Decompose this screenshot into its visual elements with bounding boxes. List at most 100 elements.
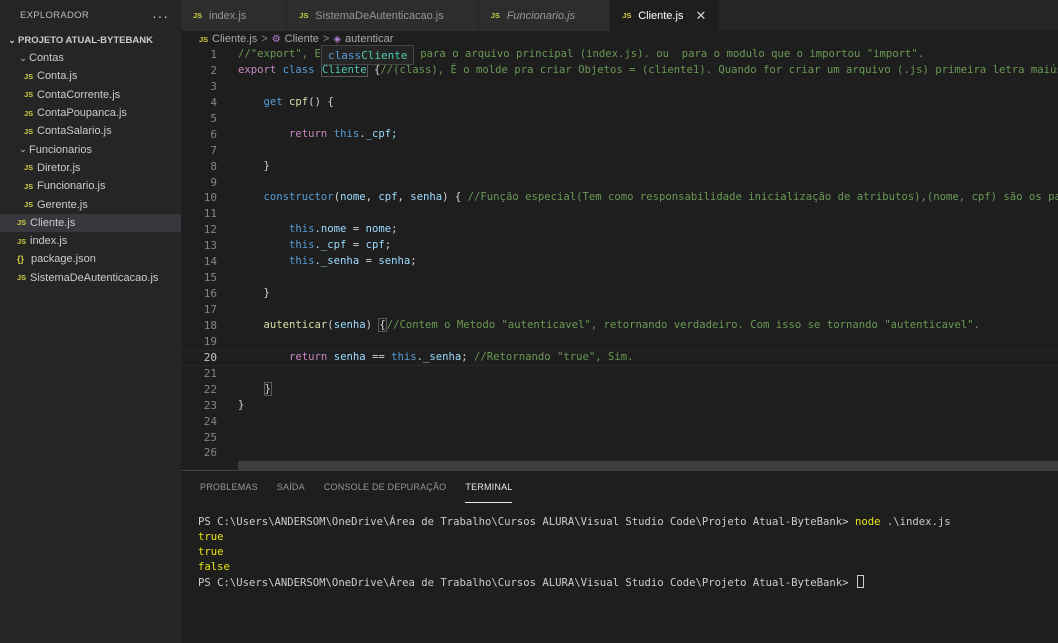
code-line-current: return senha == this._senha; //Retornand… [181, 349, 1058, 366]
terminal[interactable]: PS C:\Users\ANDERSOM\OneDrive\Área de Tr… [181, 503, 1058, 590]
method-symbol-icon: ◈ [333, 33, 342, 45]
file-sistemadeautenticacao[interactable]: JS SistemaDeAutenticacao.js [0, 269, 181, 287]
keyword: return [289, 127, 328, 140]
horizontal-scrollbar[interactable] [238, 461, 1058, 470]
file-gerente[interactable]: JS Gerente.js [0, 195, 181, 213]
line-number: 11 [203, 207, 217, 221]
file-conta[interactable]: JS Conta.js [0, 67, 181, 85]
keyword: this [333, 127, 360, 140]
parameter: cpf [378, 191, 398, 204]
breadcrumb-method[interactable]: autenticar [345, 33, 393, 45]
code-line: get cpf() { [238, 95, 1058, 111]
tab-index[interactable]: JS index.js [181, 0, 288, 31]
js-file-icon: JS [24, 90, 34, 100]
explorer-header: EXPLORADOR ··· [0, 0, 181, 31]
tab-output[interactable]: SAÍDA [277, 471, 305, 503]
chevron-down-icon: ⌄ [19, 144, 27, 155]
keyword: export [238, 63, 277, 76]
line-number: 22 [203, 382, 217, 396]
tab-sistemadeautenticacao[interactable]: JS SistemaDeAutenticacao.js [287, 0, 479, 31]
keyword: this [391, 350, 417, 363]
code-line: } [238, 159, 1058, 175]
keyword: class [282, 63, 315, 76]
breadcrumb-separator: > [261, 33, 268, 45]
breadcrumb-class[interactable]: Cliente [285, 33, 319, 45]
tree-item-label: Funcionario.js [37, 180, 106, 193]
file-index[interactable]: JS index.js [0, 232, 181, 250]
js-file-icon: JS [299, 11, 309, 20]
property: ._cpf; [359, 127, 398, 140]
file-contacorrente[interactable]: JS ContaCorrente.js [0, 86, 181, 104]
tab-funcionario[interactable]: JS Funcionario.js [478, 0, 611, 31]
line-number: 2 [210, 63, 217, 77]
breadcrumb-separator: > [322, 33, 330, 45]
line-number: 14 [203, 255, 217, 269]
tree-item-label: ContaCorrente.js [37, 88, 121, 101]
comment: //Retornando "true", Sim. [474, 350, 634, 363]
keyword: constructor [263, 191, 334, 204]
tree-item-label: ContaPoupanca.js [37, 107, 127, 120]
file-package-json[interactable]: {} package.json [0, 250, 181, 268]
comment: //Contem o Metodo "autenticavel", retorn… [386, 318, 980, 331]
terminal-prompt: PS C:\Users\ANDERSOM\OneDrive\Área de Tr… [198, 577, 855, 589]
tab-debug-console[interactable]: CONSOLE DE DEPURAÇÃO [324, 471, 447, 503]
js-file-icon: JS [24, 200, 34, 210]
chevron-down-icon: ⌄ [19, 52, 27, 63]
code-editor[interactable]: 1 2 3 4 5 6 7 8 9 10 11 12 13 14 15 16 1… [181, 47, 1058, 461]
file-funcionario[interactable]: JS Funcionario.js [0, 177, 181, 195]
comment: para o arquivo principal (index.js). ou … [413, 48, 925, 60]
line-number: 13 [203, 239, 217, 253]
code-line: autenticar(senha) {//Contem o Metodo "au… [263, 317, 980, 332]
file-contapoupanca[interactable]: JS ContaPoupanca.js [0, 104, 181, 122]
js-file-icon: JS [24, 181, 34, 191]
function-name: cpf [289, 95, 309, 108]
code-line: export class Cliente {//(class), É o mol… [238, 62, 1058, 79]
tab-label: Cliente.js [638, 9, 684, 22]
panel-tabs: PROBLEMAS SAÍDA CONSOLE DE DEPURAÇÃO TER… [181, 471, 1058, 503]
line-number: 16 [203, 287, 217, 301]
more-actions-icon[interactable]: ··· [152, 8, 169, 24]
line-number: 4 [210, 95, 217, 109]
punctuation: { [367, 63, 381, 76]
js-file-icon: JS [193, 11, 203, 20]
line-number: 15 [203, 271, 217, 285]
folder-contas[interactable]: ⌄ Contas [0, 49, 181, 67]
line-number: 18 [203, 318, 217, 332]
project-label: PROJETO ATUAL-BYTEBANK [18, 34, 153, 46]
js-file-icon: JS [24, 163, 34, 173]
line-number: 21 [203, 366, 217, 380]
file-cliente[interactable]: JS Cliente.js [0, 213, 181, 232]
terminal-cursor [856, 575, 864, 588]
project-folder[interactable]: ⌄ PROJETO ATUAL-BYTEBANK [0, 31, 181, 49]
code-lines[interactable]: //"export", E para o arquivo principal (… [181, 47, 1058, 461]
terminal-output: true [198, 546, 224, 558]
file-diretor[interactable]: JS Diretor.js [0, 159, 181, 177]
folder-funcionarios[interactable]: ⌄ Funcionarios [0, 140, 181, 158]
hover-keyword: class [328, 48, 362, 62]
code-line: this._cpf = cpf; [289, 239, 392, 252]
close-icon[interactable]: ✕ [695, 8, 706, 24]
breadcrumb-file[interactable]: Cliente.js [212, 33, 257, 45]
line-number: 17 [203, 303, 217, 316]
tab-cliente[interactable]: JS Cliente.js ✕ [610, 0, 720, 31]
file-contasalario[interactable]: JS ContaSalario.js [0, 122, 181, 140]
js-file-icon: JS [490, 11, 500, 20]
line-number: 12 [203, 223, 217, 237]
terminal-output: false [198, 561, 230, 573]
tab-label: index.js [209, 9, 247, 22]
tab-terminal[interactable]: TERMINAL [465, 471, 513, 503]
line-number: 26 [203, 446, 217, 460]
js-file-icon: JS [24, 71, 34, 81]
code-line: } [238, 398, 1058, 414]
line-number: 9 [210, 175, 217, 189]
tab-problems[interactable]: PROBLEMAS [200, 471, 258, 503]
punctuation: () { [308, 95, 334, 108]
